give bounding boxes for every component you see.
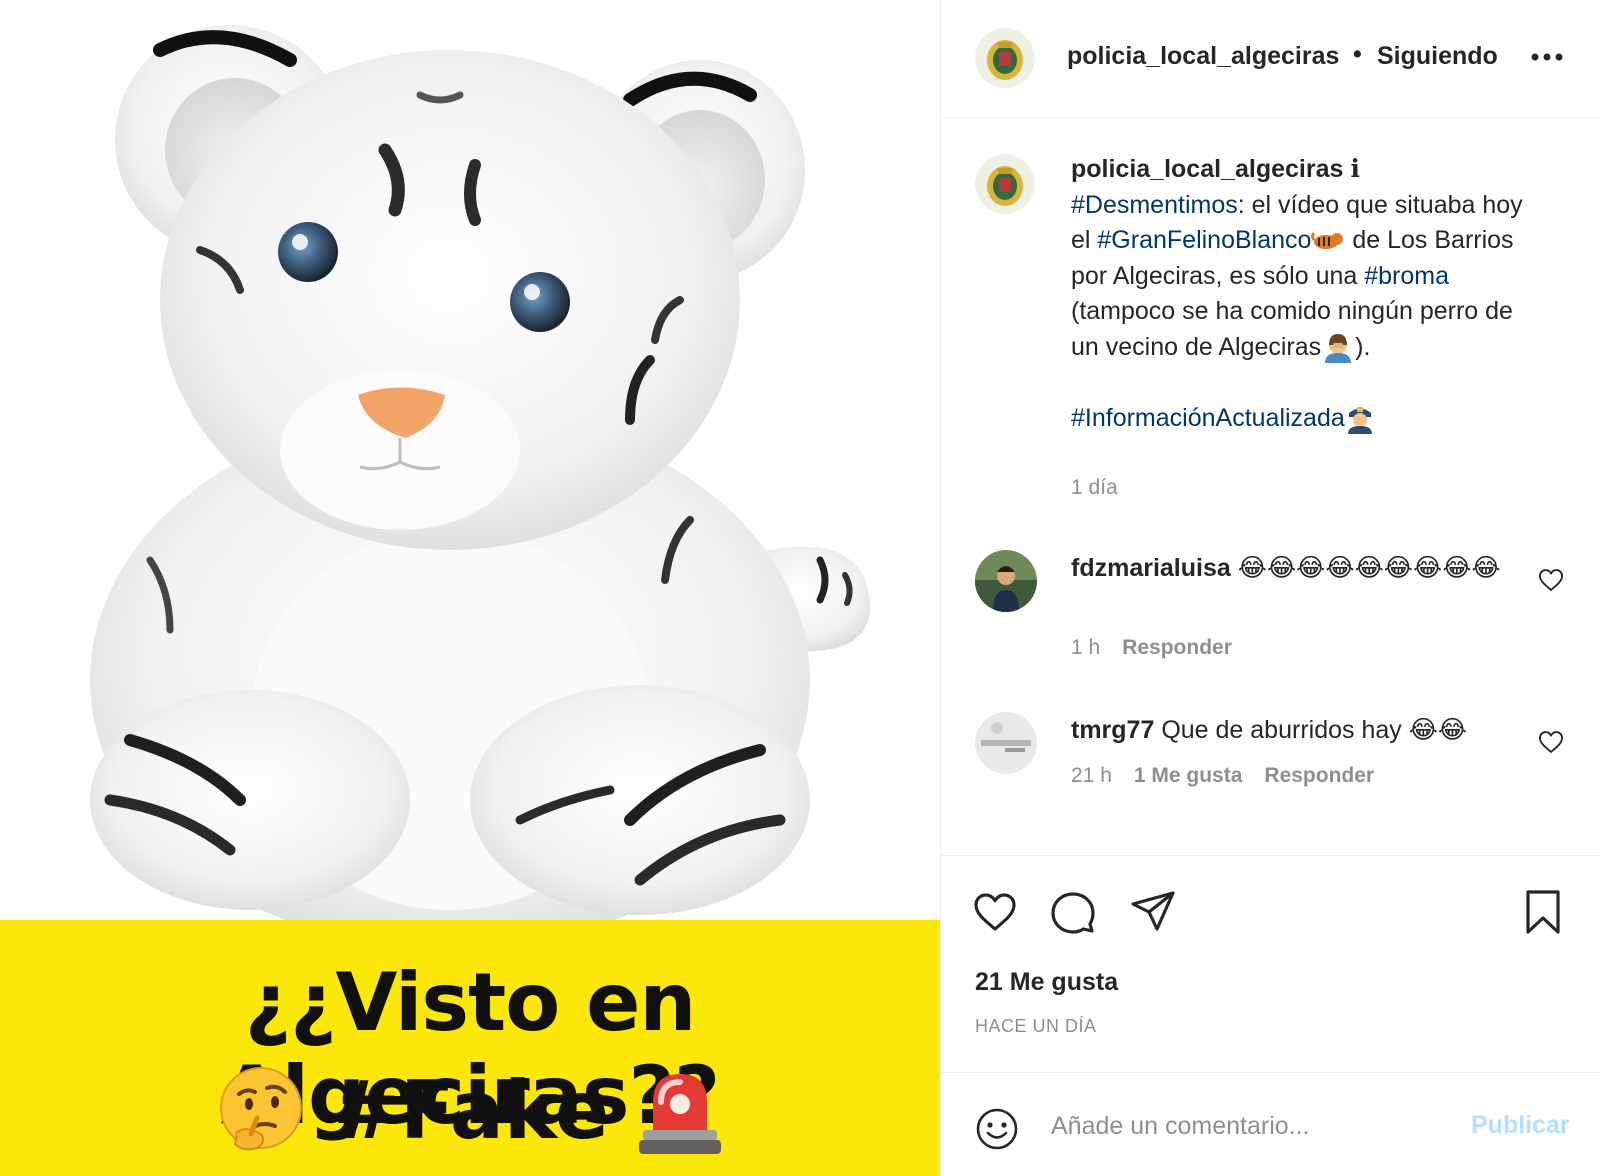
banner-fake-hashtag: #Fake	[332, 1063, 610, 1157]
reply-button[interactable]: Responder	[1264, 764, 1374, 788]
comment-likes[interactable]: 1 Me gusta	[1134, 764, 1243, 788]
info-icon: ℹ	[1350, 155, 1360, 183]
post-side-panel: policia_local_algeciras • Siguiendo poli…	[940, 0, 1600, 1176]
hashtag-granfelinoblanco[interactable]: #GranFelinoBlanco	[1097, 226, 1311, 254]
comment-username[interactable]: fdzmarialuisa	[1071, 554, 1231, 582]
commenter-avatar[interactable]	[975, 550, 1037, 612]
emoji-picker-icon[interactable]	[975, 1107, 1019, 1151]
comment-time: 1 h	[1071, 636, 1101, 659]
heart-icon[interactable]	[971, 888, 1019, 936]
caption-time: 1 día	[1071, 476, 1118, 499]
woman-facepalming-emoji	[1325, 333, 1352, 363]
police-officer-emoji	[1347, 406, 1372, 434]
header-separator: •	[1353, 40, 1362, 68]
police-crest-icon	[975, 28, 1035, 88]
caption-text-3: (tampoco se ha comido ningún perro de un…	[1071, 297, 1513, 361]
comment-text: Que de aburridos hay 😂😂	[1161, 716, 1468, 744]
share-icon[interactable]	[1129, 888, 1177, 936]
post-date: HACE UN DÍA	[975, 1016, 1097, 1036]
avatar	[975, 712, 1037, 774]
white-tiger-plush-image	[0, 0, 940, 920]
bookmark-icon[interactable]	[1519, 888, 1567, 936]
police-siren-emoji	[639, 1074, 722, 1154]
comment-input[interactable]	[1051, 1103, 1451, 1149]
caption-avatar[interactable]	[975, 154, 1035, 214]
hashtag-informacionactualizada[interactable]: #InformaciónActualizada	[1071, 404, 1345, 432]
tiger-emoji	[1311, 232, 1344, 250]
comment-icon[interactable]	[1049, 888, 1097, 936]
post-header: policia_local_algeciras • Siguiendo	[941, 0, 1600, 118]
comment-body: tmrg77 Que de aburridos hay 😂😂	[1071, 712, 1511, 748]
comment-composer: Publicar	[941, 1072, 1600, 1176]
likes-count[interactable]: 21 Me gusta	[975, 968, 1118, 997]
police-crest-avatar[interactable]	[975, 28, 1035, 88]
caption-text: policia_local_algeciras ℹ #Desmentimos: …	[1071, 152, 1541, 436]
heart-icon[interactable]	[1537, 728, 1565, 756]
commenter-avatar[interactable]	[975, 712, 1037, 774]
avatar	[975, 550, 1037, 612]
yellow-banner: ¿¿Visto en Algeciras?? #Fake	[0, 920, 940, 1176]
police-crest-icon	[975, 154, 1035, 214]
post-actions: 21 Me gusta HACE UN DÍA	[941, 855, 1600, 1070]
hashtag-broma[interactable]: #broma	[1364, 262, 1449, 290]
reply-button[interactable]: Responder	[1122, 636, 1232, 660]
hashtag-desmentimos[interactable]: #Desmentimos	[1071, 191, 1238, 219]
comment-text: 😂😂😂😂😂😂😂😂😂	[1237, 554, 1501, 582]
heart-icon[interactable]	[1537, 566, 1565, 594]
header-username[interactable]: policia_local_algeciras	[1067, 42, 1339, 71]
caption-username[interactable]: policia_local_algeciras	[1071, 155, 1343, 183]
comment-meta: 21 h 1 Me gusta Responder	[1071, 764, 1374, 788]
comment-body: fdzmarialuisa 😂😂😂😂😂😂😂😂😂	[1071, 550, 1511, 586]
banner-hashtag-row: #Fake	[0, 1060, 940, 1160]
post-media[interactable]: ¿¿Visto en Algeciras?? #Fake	[0, 0, 940, 1176]
following-button[interactable]: Siguiendo	[1377, 42, 1507, 71]
comment-username[interactable]: tmrg77	[1071, 716, 1154, 744]
caption-text-4: ).	[1355, 332, 1371, 361]
more-options-icon[interactable]	[1527, 42, 1567, 72]
publish-button[interactable]: Publicar	[1471, 1111, 1570, 1140]
comment-time: 21 h	[1071, 764, 1112, 787]
comment-meta: 1 h Responder	[1071, 636, 1232, 660]
thinking-face-emoji	[219, 1067, 302, 1151]
